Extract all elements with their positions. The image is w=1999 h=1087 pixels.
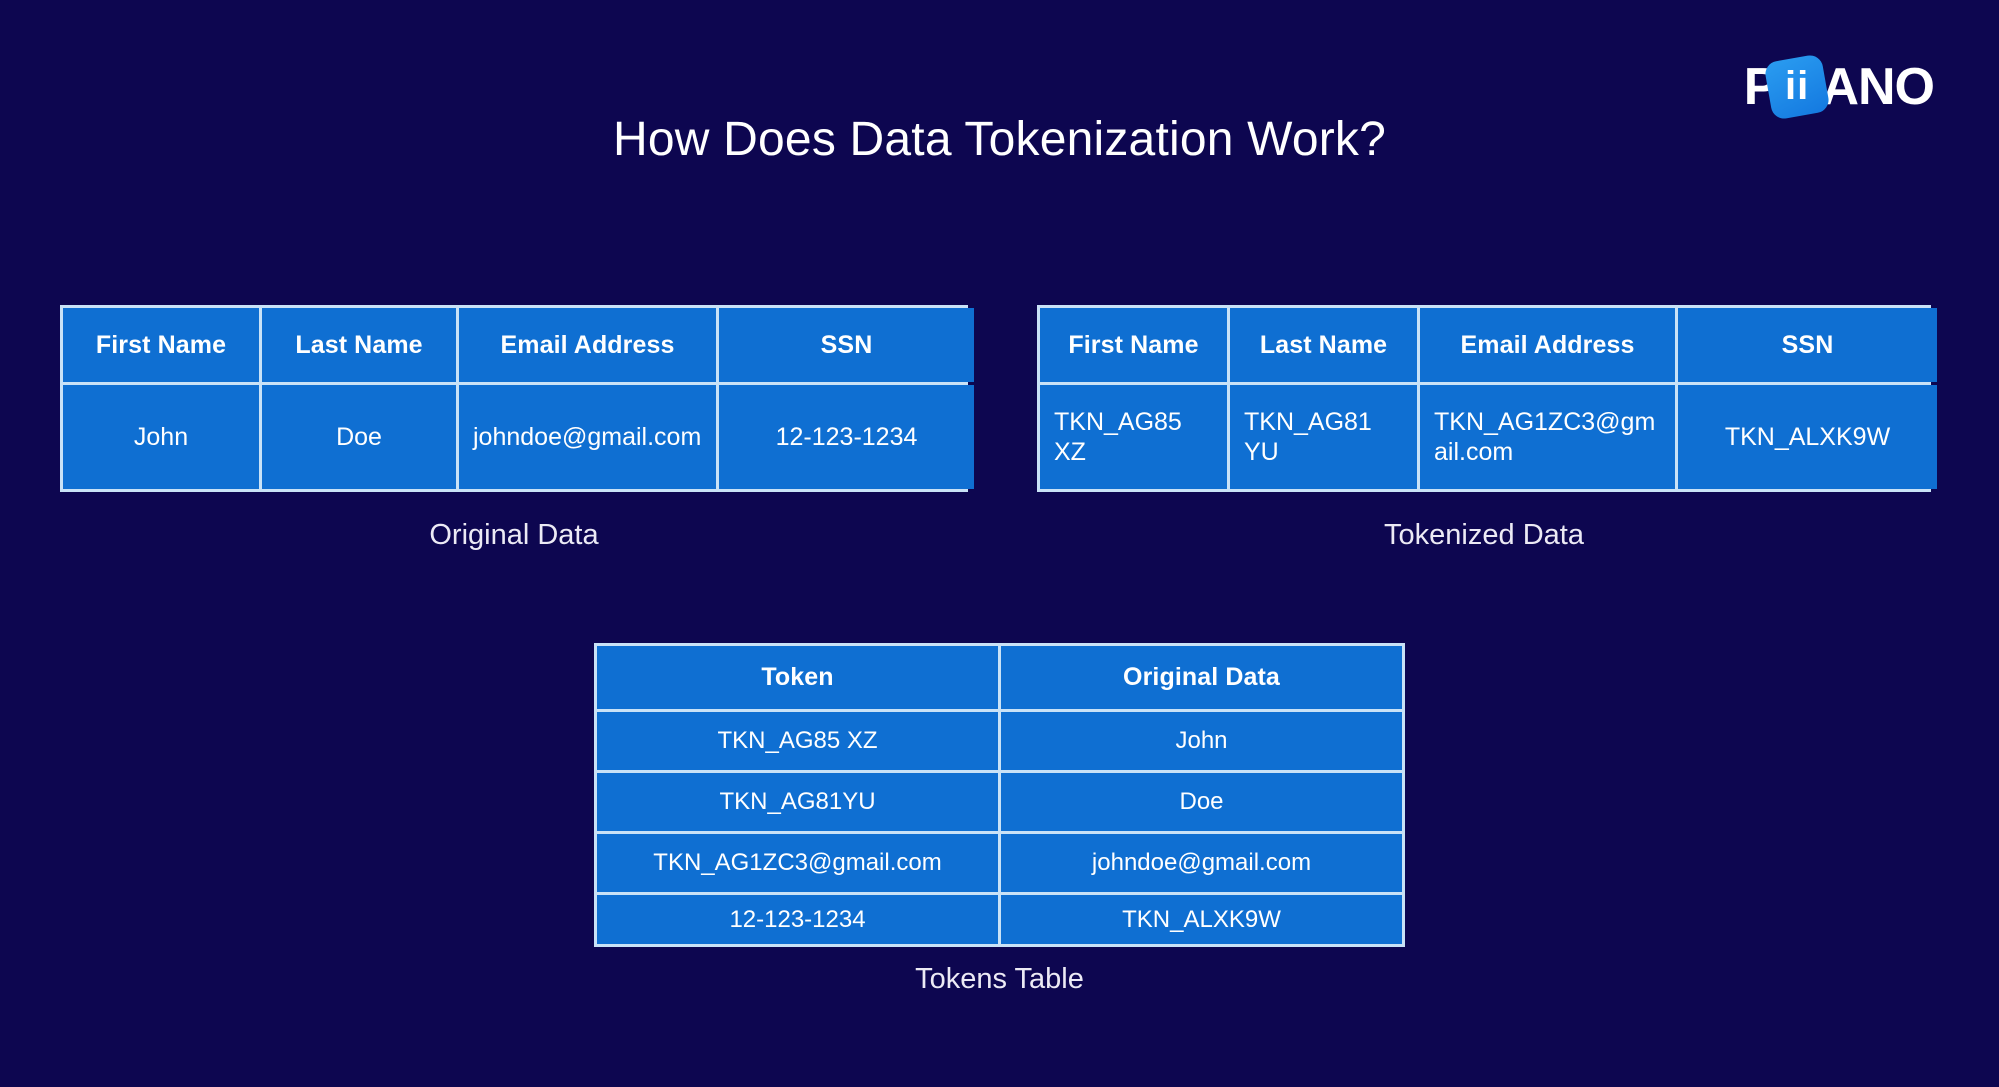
table-cell: TKN_AG81 YU [1230,385,1417,489]
table-header-cell: Email Address [459,308,716,382]
table-header-cell: Email Address [1420,308,1675,382]
table-cell: John [63,385,259,489]
piiano-logo: P ii ANO [1744,53,1935,121]
original-data-caption: Original Data [429,519,599,551]
table-header-cell: Original Data [1001,646,1402,709]
table-cell: TKN_AG85 XZ [597,712,998,770]
table-cell: TKN_AG1ZC3@gmail.com [1420,385,1675,489]
table-header-cell: SSN [719,308,974,382]
original-data-table: First Name Last Name Email Address SSN J… [60,305,974,492]
tokens-mapping-table: Token Original Data TKN_AG85 XZ John TKN… [594,643,1405,947]
logo-letters-ano: ANO [1821,58,1935,116]
table-cell: TKN_AG1ZC3@gmail.com [597,834,998,892]
page-title: How Does Data Tokenization Work? [613,113,1386,166]
table-cell: John [1001,712,1402,770]
table-header-cell: Token [597,646,998,709]
table-cell: 12-123-1234 [719,385,974,489]
logo-tile-text: ii [1785,64,1810,109]
logo-tile-icon: ii [1763,53,1832,121]
table-header-cell: SSN [1678,308,1937,382]
table-cell: TKN_AG81YU [597,773,998,831]
table-cell: Doe [262,385,456,489]
table-cell: Doe [1001,773,1402,831]
table-cell: TKN_AG85 XZ [1040,385,1227,489]
table-cell: johndoe@gmail.com [459,385,716,489]
table-header-cell: Last Name [262,308,456,382]
table-header-cell: First Name [63,308,259,382]
slide-canvas: P ii ANO How Does Data Tokenization Work… [0,0,1999,1087]
table-cell: 12-123-1234 [597,895,998,944]
table-header-cell: Last Name [1230,308,1417,382]
tokenized-data-caption: Tokenized Data [1384,519,1584,551]
table-cell: TKN_ALXK9W [1678,385,1937,489]
table-header-cell: First Name [1040,308,1227,382]
table-cell: johndoe@gmail.com [1001,834,1402,892]
tokenized-data-table: First Name Last Name Email Address SSN T… [1037,305,1937,492]
tokens-table-caption: Tokens Table [915,963,1084,995]
table-cell: TKN_ALXK9W [1001,895,1402,944]
